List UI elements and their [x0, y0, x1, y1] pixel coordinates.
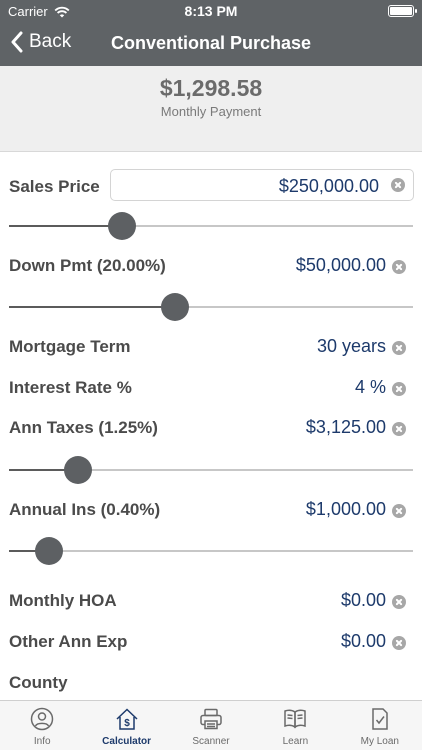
clear-other-ann-exp-icon[interactable] [392, 636, 406, 650]
ann-taxes-slider[interactable] [9, 455, 413, 485]
annual-ins-label: Annual Ins (0.40%) [9, 500, 161, 519]
interest-rate-label: Interest Rate % [9, 378, 132, 397]
person-circle-icon [30, 707, 54, 731]
monthly-hoa-value[interactable]: $0.00 [341, 590, 386, 611]
payment-summary: $1,298.58 Monthly Payment [0, 66, 422, 152]
document-check-icon [372, 708, 388, 730]
slider-thumb[interactable] [108, 212, 137, 240]
monthly-hoa-label: Monthly HOA [9, 591, 117, 610]
sales-price-label: Sales Price [9, 177, 100, 196]
tab-label: My Loan [360, 736, 399, 747]
navigation-bar: Back Conventional Purchase [0, 22, 422, 66]
clear-monthly-hoa-icon[interactable] [392, 595, 406, 609]
down-pmt-label: Down Pmt (20.00%) [9, 256, 166, 275]
slider-thumb[interactable] [35, 537, 64, 565]
mortgage-term-row: Mortgage Term 30 years [0, 328, 422, 368]
slider-thumb[interactable] [160, 293, 189, 321]
down-pmt-row: Down Pmt (20.00%) $50,000.00 [0, 247, 422, 287]
sales-price-slider[interactable] [9, 211, 413, 241]
tab-label: Learn [282, 736, 309, 747]
printer-icon [200, 708, 222, 730]
clear-sales-price-icon[interactable] [391, 178, 405, 192]
tab-my-loan[interactable]: My Loan [338, 701, 422, 750]
annual-ins-row: Annual Ins (0.40%) $1,000.00 [0, 491, 422, 531]
status-time: 8:13 PM [184, 3, 238, 19]
clear-mortgage-term-icon[interactable] [392, 341, 406, 355]
down-pmt-value[interactable]: $50,000.00 [296, 255, 386, 276]
battery-icon [388, 5, 417, 17]
ann-taxes-row: Ann Taxes (1.25%) $3,125.00 [0, 409, 422, 449]
svg-text:$: $ [124, 718, 130, 729]
clear-interest-rate-icon[interactable] [392, 382, 406, 396]
app-header: Carrier 8:13 PM Back Conventional Purcha… [0, 0, 422, 66]
clear-down-pmt-icon[interactable] [392, 260, 406, 274]
tab-info[interactable]: Info [0, 701, 84, 750]
status-bar: Carrier 8:13 PM [0, 0, 422, 22]
monthly-payment-amount: $1,298.58 [159, 75, 263, 101]
sales-price-value: $250,000.00 [278, 176, 379, 196]
tab-learn[interactable]: Learn [253, 701, 337, 750]
slider-thumb[interactable] [63, 456, 92, 484]
other-ann-exp-value[interactable]: $0.00 [341, 631, 386, 652]
tab-scanner[interactable]: Scanner [169, 701, 253, 750]
interest-rate-row: Interest Rate % 4 % [0, 369, 422, 409]
tab-label: Info [33, 736, 51, 747]
tab-label: Scanner [192, 736, 230, 747]
sales-price-row: Sales Price $250,000.00 [0, 168, 422, 208]
tab-bar: Info $ Calculator Scanner Learn My Loan [0, 700, 422, 750]
monthly-hoa-row: Monthly HOA $0.00 [0, 582, 422, 622]
county-row[interactable]: County [0, 664, 422, 704]
tab-label: Calculator [102, 736, 152, 747]
other-ann-exp-label: Other Ann Exp [9, 632, 128, 651]
tab-calculator[interactable]: $ Calculator [84, 701, 168, 750]
monthly-payment-label: Monthly Payment [160, 104, 262, 119]
county-label: County [9, 673, 68, 692]
annual-ins-value[interactable]: $1,000.00 [306, 499, 386, 520]
ann-taxes-label: Ann Taxes (1.25%) [9, 418, 158, 437]
interest-rate-value[interactable]: 4 % [355, 377, 386, 398]
down-pmt-slider[interactable] [9, 292, 413, 322]
page-title: Conventional Purchase [110, 33, 312, 53]
house-dollar-icon: $ [116, 708, 138, 730]
ann-taxes-value[interactable]: $3,125.00 [306, 417, 386, 438]
mortgage-term-label: Mortgage Term [9, 337, 131, 356]
sales-price-input[interactable]: $250,000.00 [110, 169, 414, 201]
open-book-icon [284, 709, 307, 729]
mortgage-term-value[interactable]: 30 years [317, 336, 386, 357]
clear-ann-taxes-icon[interactable] [392, 422, 406, 436]
annual-ins-slider[interactable] [9, 536, 413, 566]
clear-annual-ins-icon[interactable] [392, 504, 406, 518]
other-ann-exp-row: Other Ann Exp $0.00 [0, 623, 422, 663]
